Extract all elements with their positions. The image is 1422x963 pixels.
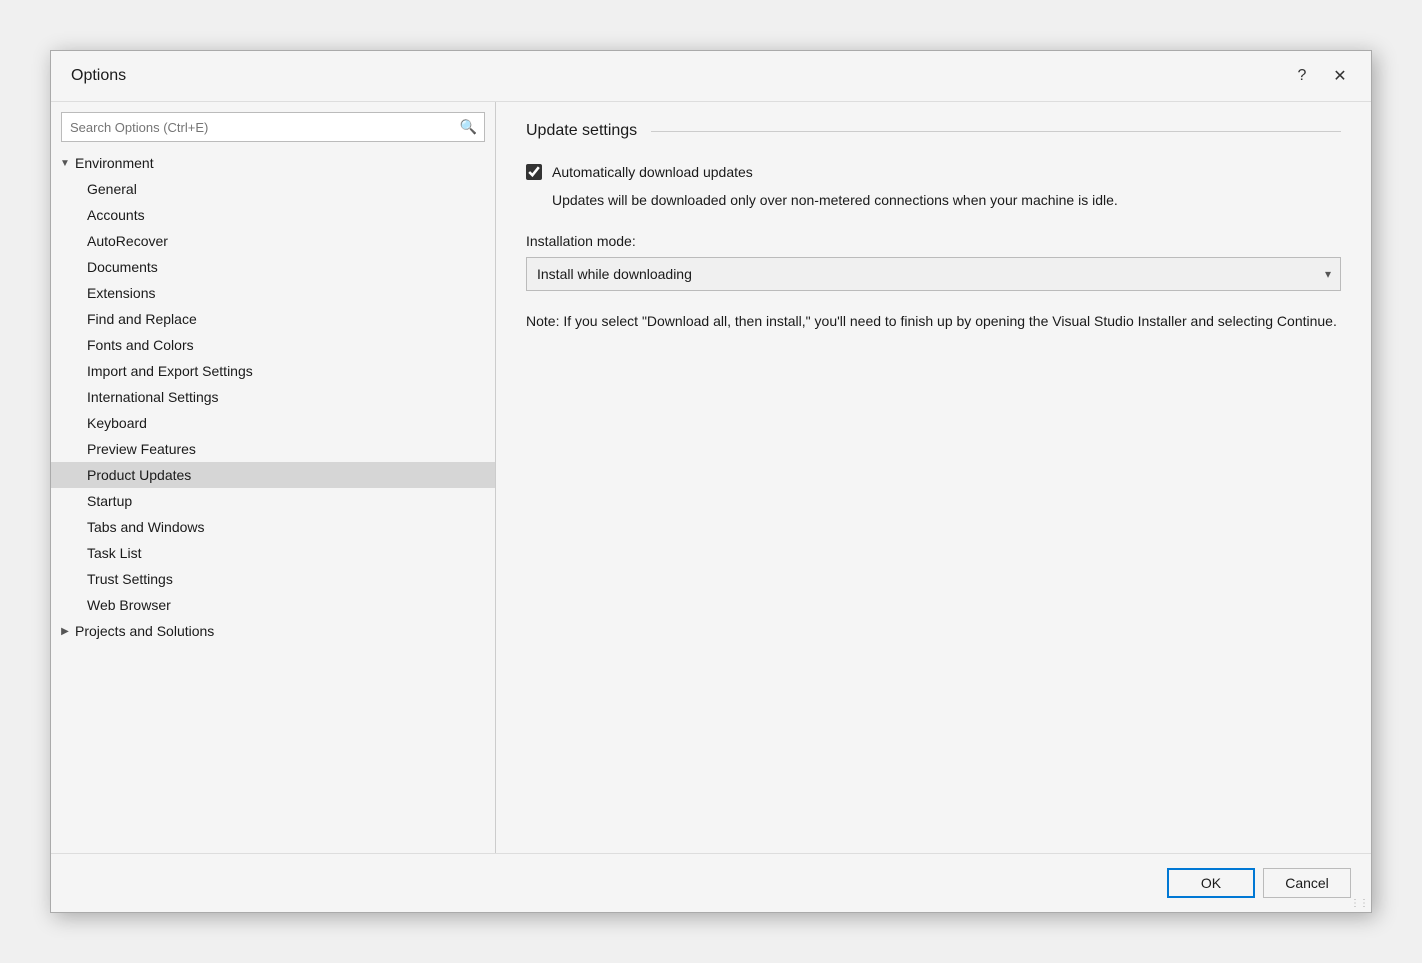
tree-node-accounts[interactable]: Accounts — [51, 202, 495, 228]
tree-node-task-list[interactable]: Task List — [51, 540, 495, 566]
right-panel: Update settings Automatically download u… — [496, 102, 1371, 853]
installation-mode-dropdown[interactable]: Install while downloading Download all, … — [526, 257, 1341, 291]
tree-container[interactable]: ▼ Environment General Accounts AutoRecov… — [51, 150, 495, 853]
close-button[interactable]: ✕ — [1325, 61, 1355, 91]
tree-node-preview-features[interactable]: Preview Features — [51, 436, 495, 462]
auto-download-label: Automatically download updates — [552, 164, 753, 180]
search-box: 🔍 — [61, 112, 485, 142]
checkbox-row: Automatically download updates — [526, 164, 1341, 180]
description-text: Updates will be downloaded only over non… — [552, 190, 1341, 211]
tree-label-environment: Environment — [75, 155, 154, 171]
note-text: Note: If you select "Download all, then … — [526, 311, 1341, 332]
resize-handle[interactable]: ⋮⋮ — [1350, 898, 1368, 909]
help-button[interactable]: ? — [1287, 61, 1317, 91]
tree-node-projects-solutions[interactable]: ▶ Projects and Solutions — [51, 618, 495, 644]
tree-arrow-projects: ▶ — [57, 623, 73, 639]
dropdown-container: Install while downloading Download all, … — [526, 257, 1341, 291]
cancel-button[interactable]: Cancel — [1263, 868, 1351, 898]
tree-node-documents[interactable]: Documents — [51, 254, 495, 280]
dialog-body: 🔍 ▼ Environment General Accounts — [51, 102, 1371, 853]
search-input[interactable] — [61, 112, 485, 142]
tree-node-trust-settings[interactable]: Trust Settings — [51, 566, 495, 592]
title-bar-left: Options — [71, 67, 126, 85]
left-panel: 🔍 ▼ Environment General Accounts — [51, 102, 496, 853]
tree-node-international[interactable]: International Settings — [51, 384, 495, 410]
title-bar-buttons: ? ✕ — [1287, 61, 1355, 91]
tree-node-tabs-windows[interactable]: Tabs and Windows — [51, 514, 495, 540]
dialog-container: Options ? ✕ 🔍 ▼ Environment — [50, 50, 1372, 913]
title-bar: Options ? ✕ — [51, 51, 1371, 102]
install-mode-label: Installation mode: — [526, 233, 1341, 249]
dialog-title: Options — [71, 67, 126, 85]
dialog-footer: OK Cancel — [51, 853, 1371, 912]
section-title: Update settings — [526, 122, 637, 140]
tree-node-web-browser[interactable]: Web Browser — [51, 592, 495, 618]
tree-node-general[interactable]: General — [51, 176, 495, 202]
section-title-row: Update settings — [526, 122, 1341, 140]
tree-node-product-updates[interactable]: Product Updates — [51, 462, 495, 488]
section-divider — [651, 131, 1341, 132]
tree-node-environment[interactable]: ▼ Environment — [51, 150, 495, 176]
tree-node-keyboard[interactable]: Keyboard — [51, 410, 495, 436]
tree-node-import-export[interactable]: Import and Export Settings — [51, 358, 495, 384]
tree-node-startup[interactable]: Startup — [51, 488, 495, 514]
tree-node-extensions[interactable]: Extensions — [51, 280, 495, 306]
tree-node-autorecover[interactable]: AutoRecover — [51, 228, 495, 254]
auto-download-checkbox[interactable] — [526, 164, 542, 180]
ok-button[interactable]: OK — [1167, 868, 1255, 898]
tree-arrow-environment: ▼ — [57, 155, 73, 171]
options-dialog: Options ? ✕ 🔍 ▼ Environment — [50, 50, 1372, 913]
tree-label-projects-solutions: Projects and Solutions — [75, 623, 214, 639]
tree-node-fonts-colors[interactable]: Fonts and Colors — [51, 332, 495, 358]
tree-node-find-replace[interactable]: Find and Replace — [51, 306, 495, 332]
